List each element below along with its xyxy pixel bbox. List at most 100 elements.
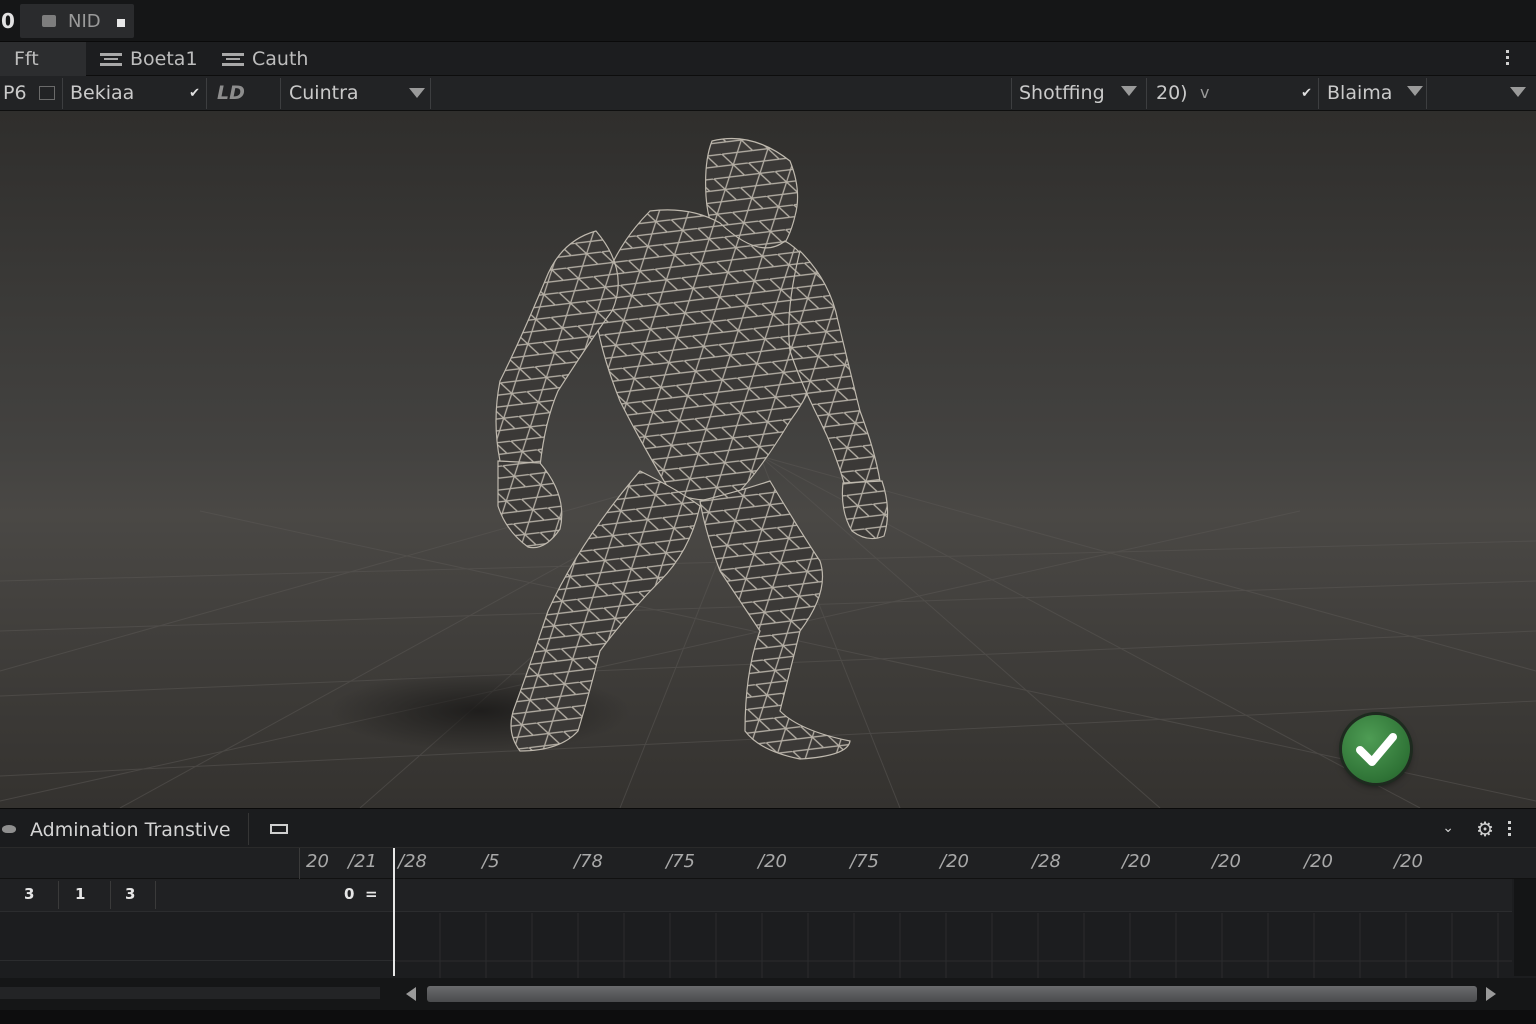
separator <box>299 848 300 879</box>
status-strip <box>0 1010 1536 1024</box>
separator <box>1146 78 1147 109</box>
more-options-icon[interactable] <box>1508 821 1512 839</box>
horizontal-scrollbar[interactable] <box>0 978 1536 1010</box>
track-value: 3 <box>24 885 35 903</box>
timeline-ruler[interactable]: 20 /21 /28 /5 /78 /75 /20 /75 /20 /28 /2… <box>0 848 1536 879</box>
separator <box>58 881 59 909</box>
ruler-tick: /20 <box>758 851 787 872</box>
ruler-tick: /20 <box>1122 851 1151 872</box>
playhead[interactable] <box>393 848 395 976</box>
chevron-down-icon <box>1510 87 1526 97</box>
image-icon <box>42 15 56 27</box>
ruler-tick: /20 <box>1394 851 1423 872</box>
separator <box>110 881 111 909</box>
ruler-tick: /5 <box>482 851 500 872</box>
close-tab-icon[interactable] <box>117 19 125 27</box>
ruler-tick: /20 <box>940 851 969 872</box>
value-label: 20) <box>1156 82 1188 104</box>
tab-label: Fft <box>14 48 39 70</box>
separator <box>0 960 396 961</box>
separator <box>62 78 63 109</box>
chevron-down-icon: v <box>1200 83 1210 102</box>
minimize-icon[interactable] <box>270 824 288 834</box>
check-icon: ✔ <box>1301 86 1312 101</box>
ruler-tick: /20 <box>1304 851 1333 872</box>
title-counter: 0 <box>1 9 15 33</box>
track-value: 3 <box>125 885 136 903</box>
tab-fft[interactable]: Fft <box>0 42 86 76</box>
track-frame-value: 0 <box>344 885 355 903</box>
p6-label: P6 <box>3 82 27 104</box>
checkmark-icon <box>1356 733 1397 766</box>
p6-dropdown[interactable]: P6 <box>3 76 61 111</box>
separator <box>206 78 207 109</box>
chevron-down-icon <box>1407 86 1423 96</box>
document-tab[interactable]: NID <box>20 4 134 38</box>
separator <box>1426 78 1427 109</box>
shotffing-label: Shotffing <box>1019 82 1105 104</box>
separator <box>430 78 431 109</box>
chevron-down-icon[interactable]: ⌄ <box>1442 820 1454 836</box>
ruler-tick: 20 <box>306 851 329 872</box>
track-lock-icon[interactable]: = <box>365 885 378 903</box>
tab-cauth[interactable]: Cauth <box>222 42 308 76</box>
track-list-scrollbar[interactable] <box>0 987 380 999</box>
panel-title: Admination Transtive <box>30 819 231 841</box>
tab-label: Cauth <box>252 48 309 70</box>
bekiaa-label: Bekiaa <box>70 82 135 104</box>
model-left-arm <box>495 230 619 467</box>
ruler-tick: /78 <box>574 851 603 872</box>
blaima-label: Blaima <box>1327 82 1393 104</box>
check-icon: ✔ <box>189 86 200 101</box>
tab-label: Boeta1 <box>130 48 198 70</box>
ruler-tick: /75 <box>850 851 879 872</box>
visibility-icon[interactable] <box>2 825 16 833</box>
shotffing-dropdown[interactable]: Shotffing <box>1019 76 1141 111</box>
3d-viewport[interactable] <box>0 111 1536 808</box>
wireframe-humanoid-model[interactable] <box>0 111 1536 808</box>
timeline-tracks[interactable]: 3 1 3 0 = <box>0 879 1536 978</box>
cuintra-label: Cuintra <box>289 82 359 104</box>
bekiaa-dropdown[interactable]: Bekiaa ✔ <box>70 76 204 111</box>
title-bar: 0 NID <box>0 0 1536 42</box>
grid-icon <box>38 86 55 100</box>
model-right-arm <box>788 249 881 487</box>
keyframe-lane[interactable] <box>396 913 1512 978</box>
track-value: 1 <box>75 885 86 903</box>
value-dropdown[interactable]: 20) v ✔ <box>1156 76 1316 111</box>
document-tab-label: NID <box>68 11 101 32</box>
more-options-icon[interactable] <box>1506 50 1510 66</box>
gear-icon[interactable]: ⚙ <box>1476 817 1494 841</box>
chevron-down-icon <box>1121 86 1137 96</box>
ld-label: LD <box>217 82 245 104</box>
separator <box>280 78 281 109</box>
tab-boeta1[interactable]: Boeta1 <box>100 42 198 76</box>
animation-panel-header: Admination Transtive ⌄ ⚙ <box>0 808 1536 848</box>
viewport-toolbar: P6 Bekiaa ✔ LD Cuintra Shotffing 20) v ✔… <box>0 76 1536 135</box>
cuintra-dropdown[interactable]: Cuintra <box>289 76 429 111</box>
separator <box>1318 78 1319 109</box>
separator <box>155 881 156 909</box>
scroll-right-icon[interactable] <box>1486 987 1496 1001</box>
vertical-scrollbar[interactable] <box>1514 879 1536 976</box>
layers-icon <box>222 53 244 66</box>
separator <box>1011 78 1012 109</box>
ruler-tick: /75 <box>666 851 695 872</box>
model-left-hand <box>497 460 563 549</box>
confirm-button[interactable] <box>1342 715 1410 783</box>
tab-bar: Fft Boeta1 Cauth <box>0 42 1536 76</box>
ruler-tick: /21 <box>348 851 377 872</box>
layers-icon <box>100 53 122 66</box>
scroll-left-icon[interactable] <box>406 987 416 1001</box>
ld-toggle[interactable]: LD <box>217 76 277 135</box>
ruler-tick: /28 <box>1032 851 1061 872</box>
ruler-tick: /28 <box>398 851 427 872</box>
separator <box>248 813 249 845</box>
model-right-hand <box>841 480 889 540</box>
track-row[interactable]: 3 1 3 0 = <box>0 879 1512 912</box>
scrollbar-thumb[interactable] <box>427 986 1477 1002</box>
panel-menu-dropdown[interactable] <box>1506 76 1530 111</box>
blaima-dropdown[interactable]: Blaima <box>1327 76 1423 111</box>
model-right-leg <box>699 480 851 760</box>
ruler-tick: /20 <box>1212 851 1241 872</box>
